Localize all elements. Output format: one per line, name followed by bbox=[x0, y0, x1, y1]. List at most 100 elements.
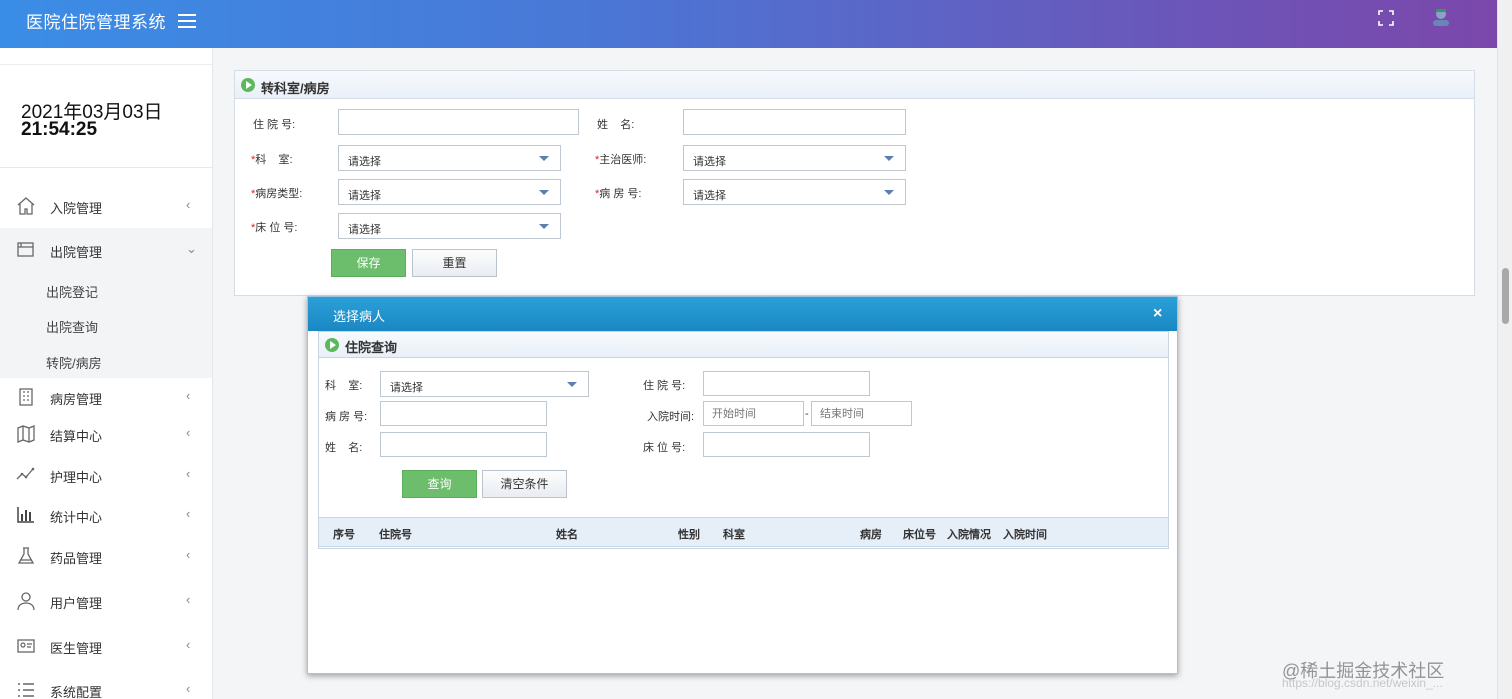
select-value: 请选择 bbox=[693, 156, 726, 168]
clock-panel: 2021年03月03日 21:54:25 bbox=[0, 64, 213, 168]
dialog-header: 选择病人 × bbox=[308, 297, 1177, 331]
inpatient-no-input[interactable] bbox=[338, 109, 579, 135]
column-header[interactable]: 住院号 bbox=[379, 526, 412, 542]
bed-no-select[interactable]: 请选择 bbox=[338, 213, 561, 239]
caret-down-icon bbox=[884, 156, 894, 161]
query-button[interactable]: 查询 bbox=[402, 470, 477, 498]
sidebar-item-statistics[interactable]: 统计中心 ‹ bbox=[0, 497, 213, 533]
search-inpatient-no-label: 住 院 号: bbox=[643, 380, 686, 392]
search-ward-no-label: 病 房 号: bbox=[325, 411, 368, 423]
map-icon bbox=[16, 424, 36, 444]
search-panel-title: 住院查询 bbox=[345, 340, 398, 355]
bed-no-label-text: 床 位 号: bbox=[255, 222, 298, 234]
id-card-icon bbox=[16, 636, 36, 656]
department-select[interactable]: 请选择 bbox=[338, 145, 561, 171]
sidebar-item-config[interactable]: 系统配置 ‹ bbox=[0, 672, 213, 699]
column-header[interactable]: 病房 bbox=[860, 526, 882, 542]
caret-down-icon bbox=[539, 156, 549, 161]
search-ward-no-input[interactable] bbox=[380, 401, 547, 426]
clock-time: 21:54:25 bbox=[21, 119, 98, 140]
fullscreen-icon[interactable] bbox=[1378, 10, 1394, 26]
list-icon bbox=[16, 680, 36, 699]
sidebar-subitem-transfer[interactable]: 转院/病房 bbox=[46, 353, 102, 372]
column-header[interactable]: 科室 bbox=[723, 526, 745, 542]
panel-title: 转科室/病房 bbox=[261, 81, 330, 96]
select-value: 请选择 bbox=[390, 382, 423, 394]
save-button[interactable]: 保存 bbox=[331, 249, 406, 277]
sidebar-item-label: 统计中心 bbox=[50, 510, 103, 525]
sidebar-item-doctors[interactable]: 医生管理 ‹ bbox=[0, 628, 213, 664]
end-time-input[interactable] bbox=[811, 401, 912, 426]
sidebar-item-nursing[interactable]: 护理中心 ‹ bbox=[0, 457, 213, 493]
page-scrollbar[interactable] bbox=[1497, 0, 1512, 699]
sidebar-item-label: 入院管理 bbox=[50, 201, 103, 216]
doctor-label-text: 主治医师: bbox=[599, 154, 647, 166]
select-value: 请选择 bbox=[348, 224, 381, 236]
sidebar-item-label: 护理中心 bbox=[50, 470, 103, 485]
column-header[interactable]: 入院时间 bbox=[1003, 526, 1047, 542]
chevron-left-icon: ‹ bbox=[186, 466, 191, 481]
select-value: 请选择 bbox=[348, 190, 381, 202]
search-name-label: 姓 名: bbox=[325, 442, 363, 454]
play-circle-icon bbox=[241, 78, 255, 92]
start-time-input[interactable] bbox=[703, 401, 804, 426]
patient-grid-header: 序号 住院号 姓名 性别 科室 病房 床位号 入院情况 入院时间 bbox=[318, 517, 1169, 547]
sidebar-item-label: 结算中心 bbox=[50, 429, 103, 444]
sidebar-item-discharge[interactable]: 出院管理 ⌄ bbox=[0, 232, 213, 268]
avatar-icon[interactable] bbox=[1429, 5, 1453, 29]
sidebar-item-ward[interactable]: 病房管理 ‹ bbox=[0, 379, 213, 415]
ward-no-label: *病 房 号: bbox=[595, 185, 641, 201]
scrollbar-thumb[interactable] bbox=[1502, 268, 1509, 324]
caret-down-icon bbox=[567, 382, 577, 387]
search-department-select[interactable]: 请选择 bbox=[380, 371, 589, 397]
hamburger-icon[interactable] bbox=[178, 14, 196, 30]
reset-button[interactable]: 重置 bbox=[412, 249, 497, 277]
sidebar-item-users[interactable]: 用户管理 ‹ bbox=[0, 583, 213, 619]
column-header[interactable]: 序号 bbox=[333, 526, 355, 542]
column-header[interactable]: 入院情况 bbox=[947, 526, 991, 542]
close-icon[interactable]: × bbox=[1153, 305, 1162, 323]
ward-no-label-text: 病 房 号: bbox=[599, 188, 642, 200]
name-label: 姓 名: bbox=[597, 119, 635, 131]
bar-chart-icon bbox=[16, 505, 36, 525]
caret-down-icon bbox=[539, 224, 549, 229]
ward-type-select[interactable]: 请选择 bbox=[338, 179, 561, 205]
chevron-down-icon: ⌄ bbox=[186, 241, 197, 256]
app-title: 医院住院管理系统 bbox=[26, 13, 166, 32]
play-circle-icon bbox=[325, 338, 339, 352]
chevron-left-icon: ‹ bbox=[186, 592, 191, 607]
clear-conditions-button[interactable]: 清空条件 bbox=[482, 470, 567, 498]
caret-down-icon bbox=[539, 190, 549, 195]
dialog-title: 选择病人 bbox=[333, 309, 386, 324]
sidebar-item-settlement[interactable]: 结算中心 ‹ bbox=[0, 416, 213, 452]
flask-icon bbox=[16, 546, 36, 566]
sidebar-item-label: 药品管理 bbox=[50, 551, 103, 566]
bed-no-label: *床 位 号: bbox=[251, 219, 297, 235]
window-icon bbox=[16, 240, 36, 260]
sidebar-subitem-discharge-register[interactable]: 出院登记 bbox=[46, 282, 98, 301]
ward-type-label: *病房类型: bbox=[251, 185, 302, 201]
doctor-select[interactable]: 请选择 bbox=[683, 145, 906, 171]
search-inpatient-no-input[interactable] bbox=[703, 371, 870, 396]
sidebar-item-admission[interactable]: 入院管理 ‹ bbox=[0, 188, 213, 224]
chevron-left-icon: ‹ bbox=[186, 388, 191, 403]
column-header[interactable]: 性别 bbox=[678, 526, 700, 542]
inpatient-no-label: 住 院 号: bbox=[253, 119, 296, 131]
date-separator: - bbox=[805, 408, 809, 420]
sidebar-item-medicine[interactable]: 药品管理 ‹ bbox=[0, 538, 213, 574]
select-value: 请选择 bbox=[348, 156, 381, 168]
column-header[interactable]: 姓名 bbox=[556, 526, 578, 542]
name-input[interactable] bbox=[683, 109, 906, 135]
search-name-input[interactable] bbox=[380, 432, 547, 457]
top-bar: 医院住院管理系统 bbox=[0, 0, 1497, 48]
sidebar-item-label: 医生管理 bbox=[50, 641, 103, 656]
select-patient-dialog: 选择病人 × 住院查询 科 室: 请选择 住 院 号: 病 房 号: 入院时间:… bbox=[307, 296, 1178, 674]
sidebar-item-label: 系统配置 bbox=[50, 685, 103, 699]
search-bed-no-input[interactable] bbox=[703, 432, 870, 457]
sidebar-subitem-discharge-query[interactable]: 出院查询 bbox=[46, 317, 98, 336]
ward-no-select[interactable]: 请选择 bbox=[683, 179, 906, 205]
column-header[interactable]: 床位号 bbox=[903, 526, 936, 542]
chevron-left-icon: ‹ bbox=[186, 197, 191, 212]
doctor-label: *主治医师: bbox=[595, 151, 646, 167]
sidebar-item-label: 用户管理 bbox=[50, 596, 103, 611]
